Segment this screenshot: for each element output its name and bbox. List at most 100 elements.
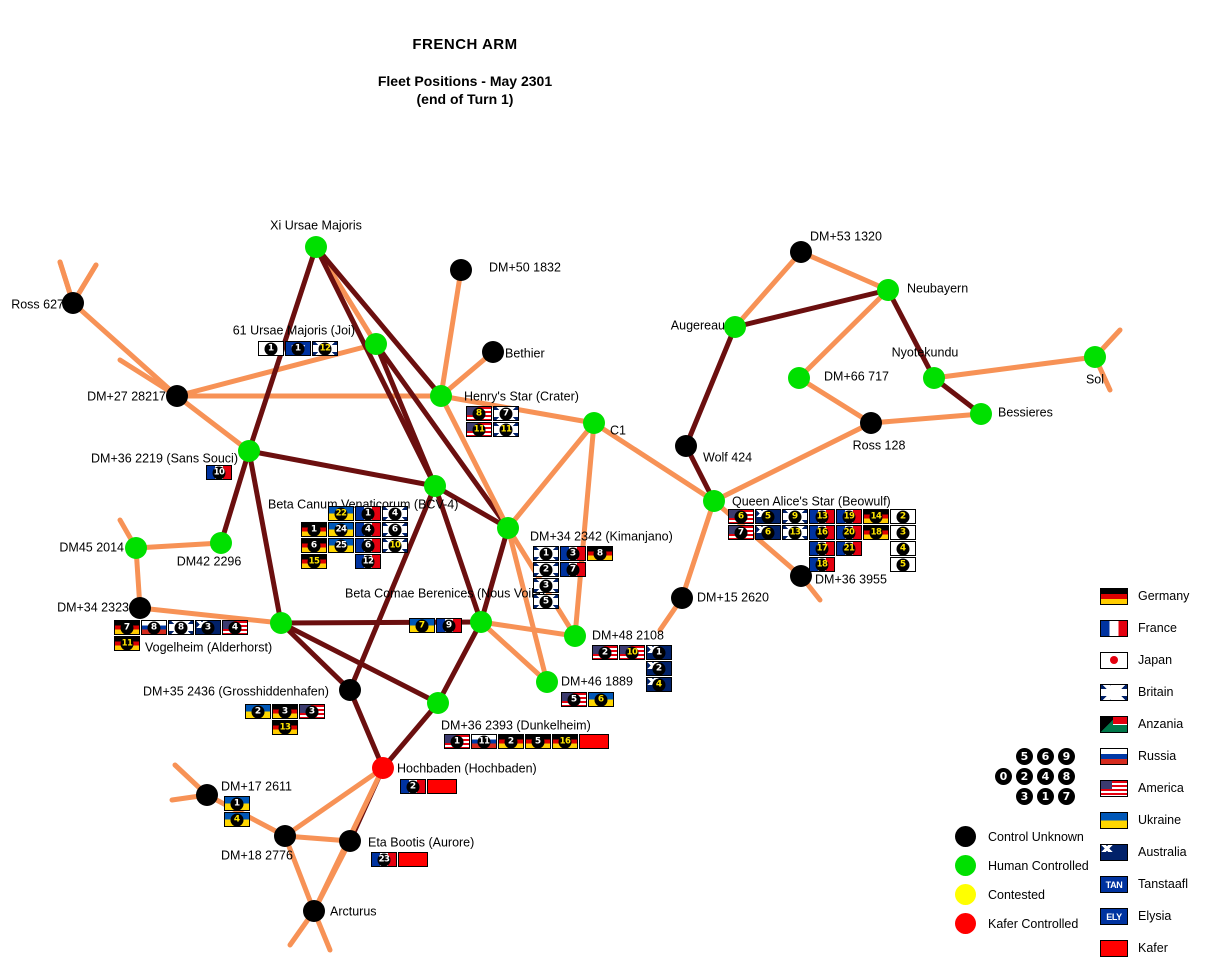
system-node-ross627[interactable] xyxy=(62,292,84,314)
fleet-counter-france[interactable]: 16 xyxy=(809,525,835,540)
fleet-counter-france[interactable]: 7 xyxy=(560,562,586,577)
system-node-crater[interactable] xyxy=(430,385,452,407)
fleet-counter-america[interactable]: 6 xyxy=(728,509,754,524)
fleet-counter-japan[interactable]: 1 xyxy=(258,341,284,356)
fleet-counter-america[interactable]: 8 xyxy=(466,406,492,421)
fleet-counter-france[interactable]: 6 xyxy=(355,538,381,553)
fleet-counter-britain[interactable]: 7 xyxy=(493,406,519,421)
fleet-counter-ukraine[interactable]: 22 xyxy=(328,506,354,521)
fleet-counter-russia[interactable]: 11 xyxy=(471,734,497,749)
fleet-counter-australia[interactable]: 4 xyxy=(646,677,672,692)
system-node-alderhorst[interactable] xyxy=(270,612,292,634)
fleet-counter-ukraine[interactable]: 4 xyxy=(224,812,250,827)
system-node-aurore[interactable] xyxy=(339,830,361,852)
fleet-counter-australia[interactable]: 6 xyxy=(755,525,781,540)
fleet-counter-kafer[interactable] xyxy=(579,734,609,749)
fleet-counter-france[interactable]: 2 xyxy=(400,779,426,794)
system-node-dm18_2776[interactable] xyxy=(274,825,296,847)
fleet-counter-america[interactable]: 2 xyxy=(592,645,618,660)
fleet-counter-america[interactable]: 10 xyxy=(619,645,645,660)
fleet-counter-britain[interactable]: 10 xyxy=(382,538,408,553)
system-node-nyotekundu[interactable] xyxy=(923,367,945,389)
system-node-wolf424[interactable] xyxy=(675,435,697,457)
system-node-dm50_1832[interactable] xyxy=(450,259,472,281)
system-node-dm45_2014[interactable] xyxy=(125,537,147,559)
fleet-counter-germany[interactable]: 1 xyxy=(301,522,327,537)
fleet-counter-britain[interactable]: 9 xyxy=(782,509,808,524)
fleet-counter-germany[interactable]: 5 xyxy=(525,734,551,749)
fleet-counter-germany[interactable]: 7 xyxy=(114,620,140,635)
system-node-dm66_717[interactable] xyxy=(788,367,810,389)
fleet-counter-america[interactable]: 4 xyxy=(222,620,248,635)
fleet-counter-germany[interactable]: 2 xyxy=(498,734,524,749)
fleet-counter-ukraine[interactable]: 6 xyxy=(588,692,614,707)
fleet-counter-japan[interactable]: 4 xyxy=(890,541,916,556)
system-node-bcv4[interactable] xyxy=(424,475,446,497)
fleet-counter-britain[interactable]: 13 xyxy=(782,525,808,540)
fleet-counter-france[interactable]: 4 xyxy=(355,522,381,537)
fleet-counter-germany[interactable]: 14 xyxy=(863,509,889,524)
system-node-arcturus[interactable] xyxy=(303,900,325,922)
fleet-counter-japan[interactable]: 2 xyxy=(890,509,916,524)
system-node-dunkelheim[interactable] xyxy=(427,692,449,714)
fleet-counter-france[interactable]: 21 xyxy=(836,541,862,556)
system-node-grosshidden[interactable] xyxy=(339,679,361,701)
system-node-beowulf[interactable] xyxy=(703,490,725,512)
fleet-counter-france[interactable]: 23 xyxy=(371,852,397,867)
fleet-counter-france[interactable]: 9 xyxy=(436,618,462,633)
fleet-counter-france[interactable]: 20 xyxy=(836,525,862,540)
fleet-counter-kafer[interactable] xyxy=(427,779,457,794)
fleet-counter-france[interactable]: 19 xyxy=(836,509,862,524)
system-node-nousvoila[interactable] xyxy=(470,611,492,633)
fleet-counter-australia[interactable]: 5 xyxy=(755,509,781,524)
system-node-sol[interactable] xyxy=(1084,346,1106,368)
fleet-counter-america[interactable]: 7 xyxy=(728,525,754,540)
system-node-c1[interactable] xyxy=(583,412,605,434)
fleet-counter-britain[interactable]: 4 xyxy=(382,506,408,521)
fleet-counter-ukraine[interactable]: 1 xyxy=(224,796,250,811)
system-node-bessieres[interactable] xyxy=(970,403,992,425)
system-node-dm53_1320[interactable] xyxy=(790,241,812,263)
system-node-hochbaden[interactable] xyxy=(372,757,394,779)
fleet-counter-russia[interactable]: 8 xyxy=(141,620,167,635)
fleet-counter-germany[interactable]: 3 xyxy=(272,704,298,719)
system-node-dm27_28217[interactable] xyxy=(166,385,188,407)
system-node-neubayern[interactable] xyxy=(877,279,899,301)
fleet-counter-france[interactable]: 1 xyxy=(355,506,381,521)
fleet-counter-britain[interactable]: 5 xyxy=(533,594,559,609)
fleet-counter-america[interactable]: 1 xyxy=(444,734,470,749)
system-node-dm15_2620[interactable] xyxy=(671,587,693,609)
fleet-counter-australia[interactable]: 3 xyxy=(195,620,221,635)
fleet-counter-france[interactable]: 12 xyxy=(355,554,381,569)
fleet-counter-america[interactable]: 11 xyxy=(466,422,492,437)
fleet-counter-japan[interactable]: 3 xyxy=(890,525,916,540)
fleet-counter-britain[interactable]: 6 xyxy=(382,522,408,537)
fleet-counter-germany[interactable]: 18 xyxy=(863,525,889,540)
fleet-counter-france[interactable]: 17 xyxy=(809,541,835,556)
fleet-counter-france[interactable]: 10 xyxy=(206,465,232,480)
fleet-counter-britain[interactable]: 3 xyxy=(533,578,559,593)
fleet-counter-britain[interactable]: 2 xyxy=(533,562,559,577)
fleet-counter-britain[interactable]: 11 xyxy=(493,422,519,437)
fleet-counter-america[interactable]: 5 xyxy=(561,692,587,707)
fleet-counter-germany[interactable]: 13 xyxy=(272,720,298,735)
system-node-xiursae[interactable] xyxy=(305,236,327,258)
system-node-joi[interactable] xyxy=(365,333,387,355)
fleet-counter-australia[interactable]: 2 xyxy=(646,661,672,676)
fleet-counter-germany[interactable]: 8 xyxy=(587,546,613,561)
fleet-counter-germany[interactable]: 11 xyxy=(114,636,140,651)
system-node-sanssouci[interactable] xyxy=(238,440,260,462)
system-node-dm48_2108[interactable] xyxy=(564,625,586,647)
system-node-bethier[interactable] xyxy=(482,341,504,363)
fleet-counter-germany[interactable]: 6 xyxy=(301,538,327,553)
fleet-counter-britain[interactable]: 1 xyxy=(533,546,559,561)
fleet-counter-ukraine[interactable]: 25 xyxy=(328,538,354,553)
fleet-counter-america[interactable]: 3 xyxy=(299,704,325,719)
fleet-counter-britain[interactable]: 8 xyxy=(168,620,194,635)
system-node-dm17_2611[interactable] xyxy=(196,784,218,806)
system-node-augereau[interactable] xyxy=(724,316,746,338)
fleet-counter-france[interactable]: 13 xyxy=(809,509,835,524)
system-node-dm42_2296[interactable] xyxy=(210,532,232,554)
system-node-ross128[interactable] xyxy=(860,412,882,434)
fleet-counter-germany[interactable]: 15 xyxy=(301,554,327,569)
